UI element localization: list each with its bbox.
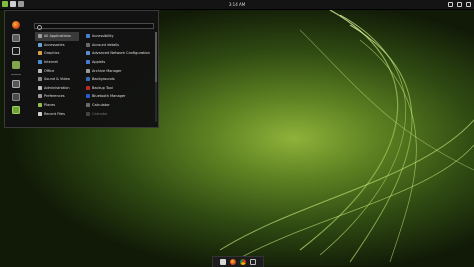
power-icon[interactable]	[12, 105, 20, 114]
grid-icon	[38, 34, 42, 39]
app-item[interactable]: Accessibility	[84, 32, 156, 41]
category-item[interactable]: Accessories	[35, 41, 79, 50]
app-label: Archive Manager	[92, 68, 122, 73]
network-config-icon	[86, 51, 90, 56]
terminal-icon[interactable]	[250, 259, 256, 265]
category-label: Places	[44, 103, 56, 108]
category-item[interactable]: All Applications	[35, 32, 79, 41]
lock-icon[interactable]	[12, 79, 20, 88]
app-label: Calculator	[92, 103, 110, 108]
sound-icon[interactable]	[448, 1, 453, 7]
backgrounds-icon	[86, 77, 90, 82]
terminal-icon[interactable]	[12, 47, 20, 56]
places-icon	[38, 103, 42, 108]
multimedia-icon	[38, 77, 42, 82]
app-item[interactable]: Archive Manager	[84, 66, 156, 75]
backup-icon	[86, 85, 90, 90]
bluetooth-icon	[86, 94, 90, 99]
category-label: Preferences	[44, 94, 65, 99]
category-list: All Applications Accessories Graphics Inter…	[35, 32, 79, 118]
calendar-icon	[86, 111, 90, 116]
files-icon[interactable]	[220, 259, 226, 265]
app-label: Backup Tool	[92, 85, 113, 90]
app-item[interactable]: Bluetooth Manager	[84, 92, 156, 101]
category-item[interactable]: Recent Files	[35, 109, 79, 118]
category-item[interactable]: Internet	[35, 58, 79, 67]
firefox-icon[interactable]	[12, 21, 20, 29]
shutdown-icon[interactable]	[466, 1, 471, 7]
category-item[interactable]: Administration	[35, 84, 79, 93]
favorites-divider	[11, 73, 21, 75]
category-item[interactable]: Graphics	[35, 49, 79, 58]
settings-icon[interactable]	[12, 34, 20, 43]
app-item[interactable]: Calendar	[84, 109, 156, 118]
application-menu: All Applications Accessories Graphics Inter…	[4, 10, 159, 128]
calculator-icon	[86, 103, 90, 108]
scrollbar-thumb[interactable]	[155, 32, 157, 82]
category-item[interactable]: Preferences	[35, 92, 79, 101]
internet-icon	[38, 60, 42, 65]
app-label: Advanced Network Configuration	[92, 51, 150, 56]
category-label: Accessories	[44, 42, 65, 47]
firefox-icon[interactable]	[230, 259, 236, 265]
clock[interactable]: 3:14 AM	[0, 2, 474, 7]
favorites-sidebar	[8, 21, 24, 119]
application-list: Accessibility Account details Advanced Net…	[84, 32, 156, 118]
administration-icon	[38, 85, 42, 90]
category-label: All Applications	[44, 34, 71, 39]
category-label: Internet	[44, 60, 58, 65]
app-label: Accessibility	[92, 34, 114, 39]
category-item[interactable]: Sound & Video	[35, 75, 79, 84]
category-label: Recent Files	[44, 111, 65, 116]
accessibility-icon	[86, 34, 90, 39]
graphics-icon	[38, 51, 42, 56]
office-icon	[38, 68, 42, 73]
search-icon	[36, 24, 42, 30]
app-item[interactable]: Account details	[84, 41, 156, 50]
logout-icon[interactable]	[12, 92, 20, 101]
bottom-dock	[212, 256, 264, 267]
search-input[interactable]	[34, 23, 154, 30]
category-label: Sound & Video	[44, 77, 70, 82]
menu-scrollbar[interactable]	[155, 32, 157, 122]
category-item[interactable]: Office	[35, 66, 79, 75]
app-label: Calendar	[92, 111, 108, 116]
top-panel: 3:14 AM	[0, 0, 474, 10]
account-icon	[86, 42, 90, 47]
chrome-icon[interactable]	[240, 259, 246, 265]
app-item[interactable]: Advanced Network Configuration	[84, 49, 156, 58]
battery-icon[interactable]	[457, 1, 462, 7]
accessories-icon	[38, 42, 42, 47]
preferences-icon	[38, 94, 42, 99]
category-label: Administration	[44, 85, 70, 90]
applets-icon	[86, 60, 90, 65]
app-item[interactable]: Calculator	[84, 101, 156, 110]
category-item[interactable]: Places	[35, 101, 79, 110]
app-item[interactable]: Applets	[84, 58, 156, 67]
recent-files-icon	[38, 111, 42, 116]
category-label: Graphics	[44, 51, 60, 56]
app-label: Account details	[92, 42, 119, 47]
files-icon[interactable]	[12, 60, 20, 69]
app-item[interactable]: Backgrounds	[84, 75, 156, 84]
app-item[interactable]: Backup Tool	[84, 84, 156, 93]
app-label: Backgrounds	[92, 77, 115, 82]
category-label: Office	[44, 68, 55, 73]
app-label: Bluetooth Manager	[92, 94, 126, 99]
app-label: Applets	[92, 60, 106, 65]
panel-right-icons	[448, 1, 471, 7]
archive-icon	[86, 68, 90, 73]
